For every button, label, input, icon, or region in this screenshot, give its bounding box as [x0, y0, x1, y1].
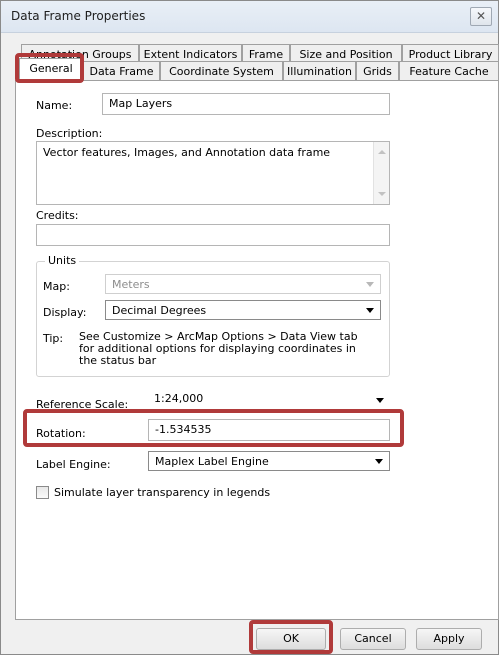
tab-coordinate-system[interactable]: Coordinate System — [160, 61, 283, 81]
units-map-value: Meters — [112, 278, 150, 291]
description-label: Description: — [36, 127, 103, 140]
units-tip-text: See Customize > ArcMap Options > Data Vi… — [79, 330, 358, 367]
general-tab-panel: Name: Map Layers Description: Vector fea… — [15, 80, 499, 620]
reference-scale-label: Reference Scale: — [36, 398, 129, 411]
credits-label: Credits: — [36, 209, 79, 222]
units-display-label: Display: — [43, 306, 87, 319]
label-engine-select[interactable]: Maplex Label Engine — [148, 451, 390, 471]
tab-illumination[interactable]: Illumination — [283, 61, 356, 81]
name-input[interactable]: Map Layers — [102, 93, 390, 115]
ok-button[interactable]: OK — [256, 628, 326, 650]
label-engine-label: Label Engine: — [36, 458, 111, 471]
units-group-title: Units — [45, 254, 80, 267]
rotation-label: Rotation: — [36, 427, 86, 440]
description-textarea[interactable]: Vector features, Images, and Annotation … — [36, 141, 390, 205]
chevron-down-icon — [366, 282, 374, 287]
tab-general[interactable]: General — [19, 58, 83, 82]
units-map-select[interactable]: Meters — [105, 274, 381, 294]
dialog-window: Data Frame Properties ✕ Annotation Group… — [0, 0, 499, 655]
chevron-down-icon — [375, 459, 383, 464]
reference-scale-value: 1:24,000 — [154, 392, 204, 405]
units-map-label: Map: — [43, 280, 70, 293]
units-tip-label: Tip: — [43, 332, 64, 345]
credits-input[interactable] — [36, 224, 390, 246]
units-display-select[interactable]: Decimal Degrees — [105, 300, 381, 320]
title-bar[interactable]: Data Frame Properties ✕ — [1, 1, 498, 33]
tab-grids[interactable]: Grids — [356, 61, 399, 81]
reference-scale-combo[interactable]: 1:24,000 — [148, 389, 390, 411]
tab-feature-cache[interactable]: Feature Cache — [399, 61, 499, 81]
units-group: Units Map: Meters Display: Decimal Degre… — [36, 254, 390, 377]
window-title: Data Frame Properties — [11, 9, 146, 23]
chevron-down-icon — [376, 397, 384, 403]
apply-button[interactable]: Apply — [416, 628, 482, 650]
close-icon[interactable]: ✕ — [470, 7, 492, 26]
description-text: Vector features, Images, and Annotation … — [43, 146, 331, 159]
name-label: Name: — [36, 99, 73, 112]
label-engine-value: Maplex Label Engine — [155, 455, 269, 468]
rotation-input[interactable]: -1.534535 — [148, 419, 390, 441]
tab-data-frame[interactable]: Data Frame — [83, 61, 160, 81]
description-scrollbar[interactable] — [373, 142, 389, 204]
cancel-button[interactable]: Cancel — [340, 628, 406, 650]
simulate-transparency-label: Simulate layer transparency in legends — [54, 486, 271, 499]
simulate-transparency-checkbox[interactable] — [36, 486, 49, 499]
units-display-value: Decimal Degrees — [112, 304, 207, 317]
scroll-up-icon[interactable] — [378, 150, 386, 154]
scroll-down-icon[interactable] — [378, 192, 386, 196]
chevron-down-icon — [366, 308, 374, 313]
